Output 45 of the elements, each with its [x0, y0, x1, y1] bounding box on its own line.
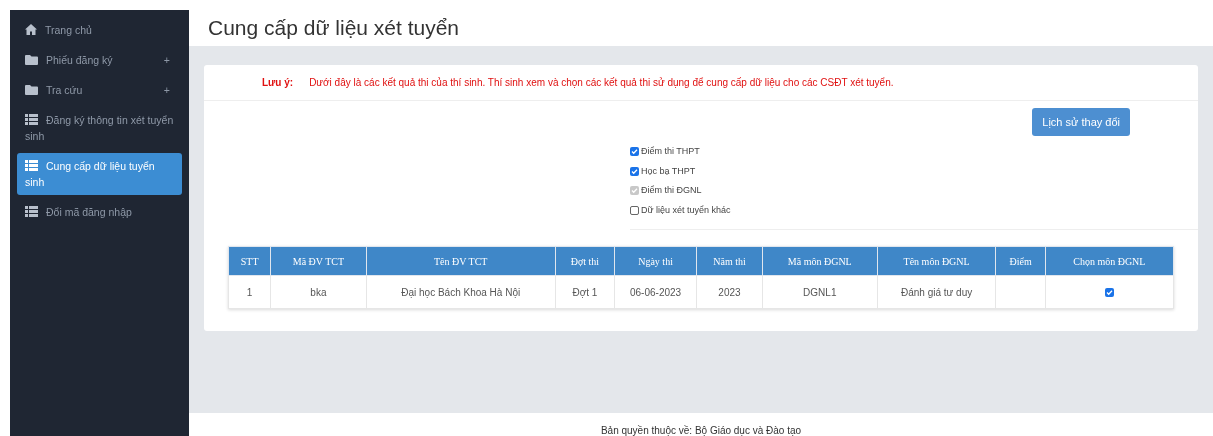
column-header: Điểm	[995, 246, 1046, 276]
checkbox-label: Dữ liệu xét tuyển khác	[641, 203, 731, 217]
table-cell: bka	[270, 275, 366, 309]
checkbox-label: Điểm thi THPT	[641, 145, 700, 158]
column-header: Mã môn ĐGNL	[762, 246, 878, 276]
table-cell: DGNL1	[762, 275, 878, 309]
column-header: Ngày thi	[614, 246, 697, 276]
sidebar-item[interactable]: Đổi mã đăng nhập	[17, 199, 182, 225]
table-cell: 06-06-2023	[614, 275, 697, 309]
folder-icon	[25, 55, 38, 65]
checkbox-label: Học bạ THPT	[641, 164, 696, 178]
history-button[interactable]: Lịch sử thay đổi	[1032, 108, 1130, 136]
list-icon	[25, 160, 38, 171]
table-cell: Đợt 1	[555, 275, 615, 309]
table-cell: Đánh giá tư duy	[877, 275, 996, 309]
page-title: Cung cấp dữ liệu xét tuyển	[208, 15, 460, 42]
expand-sign[interactable]: +	[163, 82, 170, 98]
expand-sign[interactable]: +	[163, 52, 170, 68]
folder-icon	[25, 85, 38, 95]
sidebar-item[interactable]: Đăng ký thông tin xét tuyển sinh	[17, 107, 182, 149]
table-cell: 1	[228, 275, 271, 309]
footer-text: Bản quyền thuộc về: Bộ Giáo dục và Đào tạo	[600, 425, 802, 436]
sidebar-item[interactable]: Cung cấp dữ liệu tuyển sinh	[17, 153, 182, 195]
notice-label: Lưu ý:	[262, 76, 294, 90]
sidebar-item[interactable]: Phiếu đăng ký +	[17, 47, 182, 73]
column-header: Chọn môn ĐGNL	[1045, 246, 1174, 276]
checkbox[interactable]	[630, 205, 639, 215]
table-cell: 2023	[696, 275, 763, 309]
checkbox-label: Điểm thi ĐGNL	[641, 184, 702, 197]
sidebar-item[interactable]: Tra cứu +	[17, 77, 182, 103]
column-header: Đợt thi	[555, 246, 615, 276]
column-header: Tên môn ĐGNL	[877, 246, 996, 276]
list-icon	[25, 114, 38, 125]
column-header: Năm thi	[696, 246, 763, 276]
row-checkbox[interactable]	[1104, 288, 1114, 298]
table-cell: Đại học Bách Khoa Hà Nội	[366, 275, 556, 309]
home-icon	[25, 24, 37, 35]
list-icon	[25, 206, 38, 217]
notice-text: Dưới đây là các kết quả thi của thí sinh. Thí sinh xem và chọn các kết quả thi sử dụng để cung cấp dữ liệu cho các CSĐT xét tuyển.	[309, 76, 894, 90]
checkbox[interactable]	[630, 166, 639, 176]
sidebar-item[interactable]: Trang chủ	[17, 17, 182, 43]
column-header: Mã ĐV TCT	[270, 246, 366, 276]
column-header: STT	[228, 246, 271, 276]
column-header: Tên ĐV TCT	[366, 246, 556, 276]
checkbox[interactable]	[630, 147, 639, 157]
